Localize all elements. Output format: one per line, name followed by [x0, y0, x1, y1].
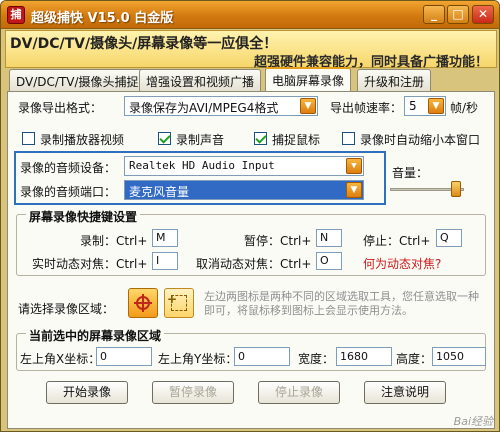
stop-hotkey-label: 停止：Ctrl+: [363, 234, 431, 248]
app-window: 捕 超级捕快 V15.0 白金版 _ □ ✕ DV/DC/TV/摄像头/屏幕录像…: [0, 0, 500, 432]
tab-screen-record[interactable]: 电脑屏幕录像: [265, 67, 352, 92]
x-coord-label: 左上角X坐标：: [20, 352, 101, 366]
current-region-title: 当前选中的屏幕录像区域: [26, 327, 165, 344]
hotkey-group-title: 屏幕录像快捷键设置: [26, 208, 141, 225]
pause-record-button[interactable]: 暂停录像: [152, 381, 234, 404]
focus-hotkey-input[interactable]: I: [152, 252, 178, 270]
maximize-button[interactable]: □: [447, 5, 469, 24]
record-hotkey-label: 录制：Ctrl+: [80, 234, 148, 248]
region-select-hint: 左边两图标是两种不同的区域选取工具，您任意选取一种即可，将鼠标移到图标上会显示使…: [204, 290, 479, 317]
promo-banner: DV/DC/TV/摄像头/屏幕录像等一应俱全！ 超强硬件兼容能力，同时具备广播功…: [5, 30, 497, 70]
tab-capture[interactable]: DV/DC/TV/摄像头捕捉: [9, 69, 146, 91]
height-label: 高度：: [396, 352, 433, 366]
record-player-video-checkbox[interactable]: [22, 132, 35, 145]
banner-headline: DV/DC/TV/摄像头/屏幕录像等一应俱全！: [10, 36, 278, 52]
pause-hotkey-label: 暂停：Ctrl+: [244, 234, 312, 248]
start-record-button[interactable]: 开始录像: [46, 381, 128, 404]
auto-minimize-label: 录像时自动缩小本窗口: [360, 133, 481, 147]
minimize-button[interactable]: _: [423, 5, 445, 24]
auto-minimize-checkbox[interactable]: [342, 132, 355, 145]
capture-mouse-checkbox[interactable]: [254, 132, 267, 145]
audio-settings-box: 录像的音频设备： Realtek HD Audio Input ▼ 录像的音频端…: [14, 151, 386, 205]
audio-port-select[interactable]: 麦克风音量 ▼: [124, 180, 364, 200]
record-sound-label: 录制声音: [176, 133, 225, 147]
fps-label: 导出帧速率：: [330, 101, 403, 115]
region-select-label: 请选择录像区域：: [18, 302, 115, 316]
crosshair-select-icon[interactable]: [128, 288, 158, 318]
record-sound-checkbox[interactable]: [158, 132, 171, 145]
tab-bar: DV/DC/TV/摄像头捕捉 增强设置和视频广播 电脑屏幕录像 升级和注册: [9, 67, 493, 92]
chevron-down-icon: ▼: [346, 182, 362, 198]
tab-upgrade-register[interactable]: 升级和注册: [357, 69, 432, 91]
fps-value: 5: [409, 99, 417, 113]
height-input[interactable]: 1050: [432, 347, 486, 366]
audio-port-label: 录像的音频端口：: [20, 185, 117, 199]
rectangle-plus-icon: +: [167, 292, 178, 306]
title-bar[interactable]: 捕 超级捕快 V15.0 白金版 _ □ ✕: [1, 1, 499, 29]
width-input[interactable]: 1680: [336, 347, 392, 366]
focus-hotkey-label: 实时动态对焦：Ctrl+: [32, 257, 148, 271]
record-hotkey-input[interactable]: M: [152, 229, 178, 247]
x-coord-input[interactable]: 0: [96, 347, 152, 366]
chevron-down-icon: ▼: [346, 158, 362, 174]
export-format-select[interactable]: 录像保存为AVI/MPEG4格式 ▼: [124, 96, 318, 116]
window-title: 超级捕快 V15.0 白金版: [31, 11, 174, 26]
audio-device-value: Realtek HD Audio Input: [129, 159, 275, 172]
focus-help-link[interactable]: 何为动态对焦?: [363, 255, 441, 272]
watermark: Bai经验: [453, 415, 493, 428]
capture-mouse-label: 捕捉鼠标: [272, 133, 321, 147]
tab-enhanced-broadcast[interactable]: 增强设置和视频广播: [139, 69, 262, 91]
fps-unit: 帧/秒: [450, 101, 479, 115]
audio-device-label: 录像的音频设备：: [20, 161, 117, 175]
audio-device-select[interactable]: Realtek HD Audio Input ▼: [124, 156, 364, 176]
export-format-value: 录像保存为AVI/MPEG4格式: [129, 101, 279, 115]
cancel-focus-hotkey-input[interactable]: O: [316, 252, 342, 270]
fps-select[interactable]: 5 ▼: [404, 96, 446, 116]
help-notes-button[interactable]: 注意说明: [364, 381, 446, 404]
rectangle-select-icon[interactable]: +: [164, 288, 194, 318]
y-coord-input[interactable]: 0: [234, 347, 290, 366]
cancel-focus-hotkey-label: 取消动态对焦：Ctrl+: [196, 257, 312, 271]
audio-port-value: 麦克风音量: [129, 185, 190, 199]
stop-hotkey-input[interactable]: Q: [436, 229, 462, 247]
y-coord-label: 左上角Y坐标：: [158, 352, 238, 366]
screen-record-panel: 录像导出格式： 录像保存为AVI/MPEG4格式 ▼ 导出帧速率： 5 ▼ 帧/…: [7, 91, 495, 429]
pause-hotkey-input[interactable]: N: [316, 229, 342, 247]
export-format-label: 录像导出格式：: [18, 101, 103, 115]
volume-slider-thumb[interactable]: [450, 181, 461, 197]
stop-record-button[interactable]: 停止录像: [258, 381, 340, 404]
width-label: 宽度：: [298, 352, 335, 366]
record-player-video-label: 录制播放器视频: [40, 133, 125, 147]
chevron-down-icon: ▼: [428, 98, 444, 114]
close-button[interactable]: ✕: [472, 5, 494, 24]
app-logo-icon: 捕: [7, 6, 25, 24]
chevron-down-icon: ▼: [300, 98, 316, 114]
volume-label: 音量：: [392, 166, 429, 180]
